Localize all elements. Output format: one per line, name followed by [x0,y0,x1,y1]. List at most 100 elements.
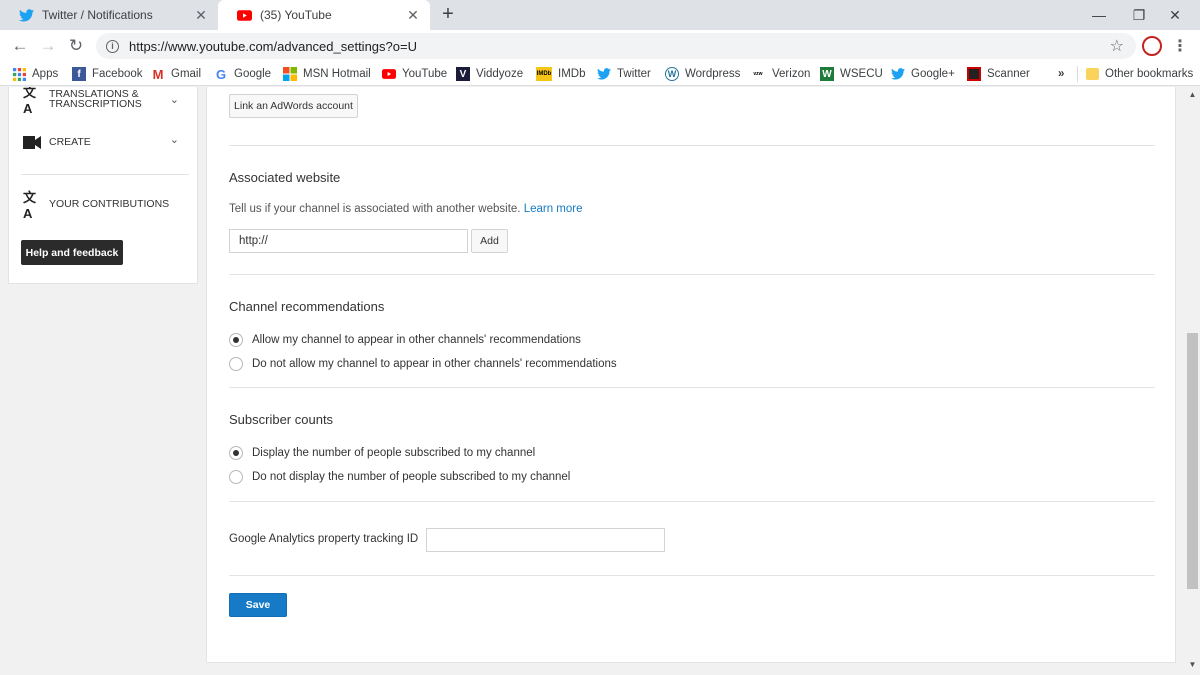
add-website-button[interactable]: Add [471,229,508,253]
bookmarks-overflow[interactable]: » [1058,66,1064,82]
msn-icon [283,67,297,81]
bookmark-label: Google+ [911,68,955,80]
bookmark-wsecu[interactable]: W WSECU [820,66,883,82]
star-icon[interactable]: ☆ [1110,36,1124,56]
radio-button[interactable] [229,333,243,347]
tab-twitter[interactable]: Twitter / Notifications ✕ [0,0,218,30]
menu-icon[interactable]: ⋮ [1172,36,1188,56]
bookmark-scanner[interactable]: Scanner [967,66,1030,82]
window-close-icon[interactable]: ✕ [1152,0,1198,30]
radio-label: Display the number of people subscribed … [252,447,536,459]
subscriber-counts-title: Subscriber counts [229,412,334,427]
bookmark-label: Viddyoze [476,68,524,80]
bookmark-label: Scanner [987,68,1030,80]
url-text: https://www.youtube.com/advanced_setting… [129,38,417,54]
address-bar[interactable]: i https://www.youtube.com/advanced_setti… [96,33,1136,59]
chevron-down-icon[interactable]: ⌄ [170,133,179,146]
verizon-icon: vzw [753,71,763,77]
chevron-down-icon[interactable]: ⌄ [170,93,179,106]
bookmark-twitter[interactable]: Twitter [597,66,651,82]
twitter-icon [597,67,611,81]
viddyoze-icon: V [456,67,470,81]
reload-icon[interactable]: ↻ [64,34,88,58]
google-icon: G [215,66,227,82]
youtube-icon [236,7,252,23]
twitter-icon [891,67,905,81]
bookmark-gmail[interactable]: M Gmail [151,66,201,82]
bookmark-verizon[interactable]: vzw Verizon [750,66,810,82]
radio-label: Allow my channel to appear in other chan… [252,334,581,346]
imdb-icon: IMDb [536,67,552,81]
radio-button[interactable] [229,357,243,371]
sidebar-item-label: YOUR CONTRIBUTIONS [49,198,170,210]
forward-icon[interactable]: → [36,34,60,58]
bookmark-youtube[interactable]: YouTube [382,66,447,82]
twitter-icon [18,7,34,23]
back-icon[interactable]: ← [8,34,32,58]
learn-more-link[interactable]: Learn more [524,203,583,215]
bookmark-label: Wordpress [685,68,741,80]
radio-label: Do not display the number of people subs… [252,471,571,483]
sidebar-item-label: CREATE [49,136,91,148]
sidebar-item-label: TRANSLATIONS & TRANSCRIPTIONS [49,88,142,110]
analytics-label: Google Analytics property tracking ID [229,533,419,545]
bookmark-viddyoze[interactable]: V Viddyoze [456,66,523,82]
browser-toolbar: ← → ↻ i https://www.youtube.com/advanced… [0,30,1200,62]
new-tab-icon[interactable]: + [438,4,458,24]
bookmark-wordpress[interactable]: W Wordpress [665,66,740,82]
radio-hide-subscribers[interactable]: Do not display the number of people subs… [229,470,570,484]
sidebar-item-create[interactable]: CREATE ⌄ [23,134,193,150]
scroll-thumb[interactable] [1187,333,1198,589]
help-feedback-button[interactable]: Help and feedback [21,240,123,265]
settings-sidebar: 文A TRANSLATIONS & TRANSCRIPTIONS ⌄ CREAT… [8,87,198,284]
section-divider [229,387,1155,388]
bookmark-label: Other bookmarks [1105,68,1194,80]
analytics-tracking-input[interactable] [426,528,665,552]
sidebar-item-translations[interactable]: 文A TRANSLATIONS & TRANSCRIPTIONS ⌄ [23,87,193,116]
bookmark-msn[interactable]: MSN Hotmail [283,66,371,82]
video-camera-icon [23,134,41,150]
bookmark-google-plus[interactable]: Google+ [891,66,955,82]
sidebar-item-contributions[interactable]: 文A YOUR CONTRIBUTIONS [23,190,170,221]
channel-recommendations-title: Channel recommendations [229,299,385,314]
apps-grid-icon [12,67,26,81]
extension-icon[interactable] [1142,36,1162,56]
folder-icon [1086,68,1099,80]
description-text: Tell us if your channel is associated wi… [229,203,521,215]
radio-display-subscribers[interactable]: Display the number of people subscribed … [229,446,535,460]
section-divider [229,575,1155,576]
radio-button[interactable] [229,446,243,460]
bookmark-facebook[interactable]: f Facebook [72,66,143,82]
page-scrollbar[interactable]: ▲ ▼ [1185,87,1200,675]
close-icon[interactable]: ✕ [194,7,208,24]
scroll-up-icon[interactable]: ▲ [1185,90,1200,102]
info-icon[interactable]: i [106,39,119,53]
scroll-down-icon[interactable]: ▼ [1185,660,1200,672]
radio-label: Do not allow my channel to appear in oth… [252,358,617,370]
section-divider [229,501,1155,502]
bookmark-google[interactable]: G Google [214,66,271,82]
bookmark-label: WSECU [840,68,883,80]
radio-button[interactable] [229,470,243,484]
bookmark-apps[interactable]: Apps [12,66,58,82]
save-button[interactable]: Save [229,593,287,617]
tab-strip: Twitter / Notifications ✕ (35) YouTube ✕… [0,0,1200,30]
wordpress-icon: W [665,67,679,81]
close-icon[interactable]: ✕ [406,7,420,24]
scanner-icon [967,67,981,81]
bookmark-label: Gmail [171,68,202,80]
bookmarks-bar: Apps f Facebook M Gmail G Google MSN Hot… [0,62,1200,86]
radio-disallow-recommendations[interactable]: Do not allow my channel to appear in oth… [229,357,617,371]
radio-allow-recommendations[interactable]: Allow my channel to appear in other chan… [229,333,581,347]
tab-title: Twitter / Notifications [42,8,153,22]
bookmark-label: Apps [32,68,59,80]
bookmark-label: Google [234,68,272,80]
tab-youtube[interactable]: (35) YouTube ✕ [218,0,430,30]
link-adwords-button[interactable]: Link an AdWords account [229,94,358,118]
translate-icon: 文A [23,87,37,116]
bookmark-other[interactable]: Other bookmarks [1086,66,1193,82]
tab-title: (35) YouTube [260,8,332,22]
bookmark-imdb[interactable]: IMDb IMDb [536,66,585,82]
associated-website-title: Associated website [229,170,341,185]
website-url-input[interactable]: http:// [229,229,468,253]
